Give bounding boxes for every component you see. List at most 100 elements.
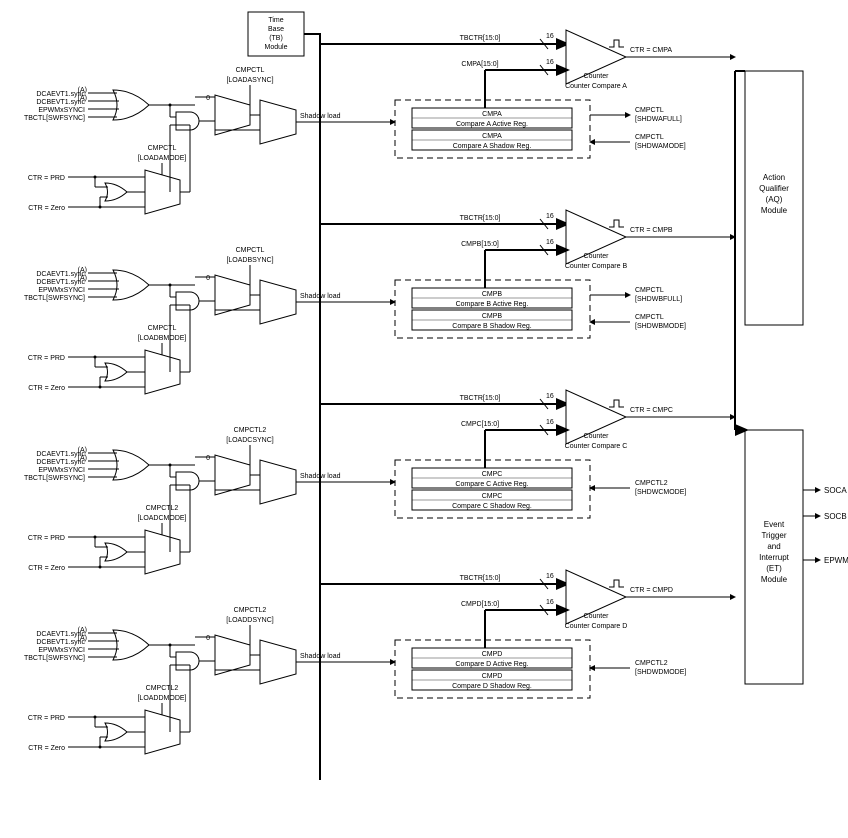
dcaevt1-sup: (A) — [78, 87, 87, 94]
mux-sync — [215, 455, 250, 495]
sync-label-1: CMPCTL2 — [234, 427, 267, 434]
active-bottom: Compare A Active Reg. — [456, 121, 528, 128]
sixteen-top: 16 — [546, 33, 554, 40]
sync-label-1: CMPCTL — [236, 247, 265, 254]
and-gate-upper — [176, 472, 199, 490]
compare-section-b: DCAEVT1.sync (A) DCBEVT1.sync (A) EPWMxS… — [24, 210, 735, 420]
ctr-prd-label: CTR = PRD — [28, 355, 65, 362]
sixteen-top: 16 — [546, 213, 554, 220]
soca-label: SOCA — [824, 486, 847, 495]
et-line2: Trigger — [761, 531, 786, 540]
tbctl-swfsync-label: TBCTL[SWFSYNC] — [24, 475, 85, 482]
active-bottom: Compare C Active Reg. — [455, 481, 528, 488]
et-line3: and — [767, 542, 780, 551]
ctrl2-group: CMPCTL [SHDWAMODE] — [590, 134, 686, 150]
ctrl1-group: CMPCTL2 [SHDWDMODE] — [590, 660, 686, 676]
sixteen-bottom: 16 — [546, 419, 554, 426]
sync-label-2: [LOADCSYNC] — [226, 437, 274, 444]
ctrl2-line1: CMPCTL — [635, 314, 664, 321]
ctr-eq-label: CTR = CMPB — [630, 227, 673, 234]
or-gate-lower — [105, 183, 127, 201]
aq-line2: Qualifier — [759, 184, 789, 193]
mode-label-2: [LOADBMODE] — [138, 335, 187, 342]
dcaevt1-sup: (A) — [78, 267, 87, 274]
sync-label-1: CMPCTL — [236, 67, 265, 74]
ctr-zero-label: CTR = Zero — [28, 205, 65, 212]
dcaevt1-sup: (A) — [78, 627, 87, 634]
counter-compare-bottom: Counter Compare D — [565, 623, 628, 630]
mux-final — [260, 460, 296, 504]
tbctr-label: TBCTR[15:0] — [460, 35, 501, 42]
shadow-top: CMPB — [482, 313, 503, 320]
ctr-eq-label: CTR = CMPA — [630, 47, 672, 54]
or-gate — [113, 90, 149, 120]
epwmxsynci-label: EPWMxSYNCI — [38, 107, 85, 114]
sixteen-bottom: 16 — [546, 59, 554, 66]
tbctr-label: TBCTR[15:0] — [460, 395, 501, 402]
counter-compare-top: Counter — [584, 433, 610, 440]
mux-sync — [215, 95, 250, 135]
counter-compare-top: Counter — [584, 613, 610, 620]
ctr-prd-label: CTR = PRD — [28, 535, 65, 542]
compare-section-a: DCAEVT1.sync (A) DCBEVT1.sync (A) EPWMxS… — [24, 30, 735, 240]
or-gate — [113, 630, 149, 660]
ctr-prd-label: CTR = PRD — [28, 175, 65, 182]
tbctr-label: TBCTR[15:0] — [460, 215, 501, 222]
sync-label-1: CMPCTL2 — [234, 607, 267, 614]
shadow-bottom: Compare A Shadow Reg. — [453, 143, 532, 150]
tb-line4: Module — [265, 44, 288, 51]
cmp-signal-label: CMPA[15:0] — [461, 61, 498, 68]
et-line1: Event — [764, 520, 785, 529]
et-line5: (ET) — [766, 564, 782, 573]
ctrl2-line1: CMPCTL — [635, 134, 664, 141]
ctrl1-line1: CMPCTL2 — [635, 480, 668, 487]
epwmxint-label: EPWMxINT — [824, 556, 848, 565]
dcbevt1-sup: (A) — [78, 275, 87, 282]
active-top: CMPB — [482, 291, 503, 298]
counter-compare-bottom: Counter Compare A — [565, 83, 627, 90]
sixteen-bottom: 16 — [546, 599, 554, 606]
sync-label-2: [LOADDSYNC] — [226, 617, 274, 624]
active-top: CMPA — [482, 111, 502, 118]
ctrl1-line2: [SHDWDMODE] — [635, 669, 686, 676]
sixteen-top: 16 — [546, 393, 554, 400]
ctrl1-line1: CMPCTL — [635, 287, 664, 294]
tb-line3: (TB) — [269, 35, 283, 42]
mux-final — [260, 280, 296, 324]
counter-compare-bottom: Counter Compare C — [565, 443, 628, 450]
tbctl-swfsync-label: TBCTL[SWFSYNC] — [24, 295, 85, 302]
cmp-signal-label: CMPB[15:0] — [461, 241, 499, 248]
aq-line4: Module — [761, 206, 788, 215]
ctr-prd-label: CTR = PRD — [28, 715, 65, 722]
mux-final — [260, 100, 296, 144]
dcbevt1-sup: (A) — [78, 635, 87, 642]
tbctl-swfsync-label: TBCTL[SWFSYNC] — [24, 115, 85, 122]
mux-sync — [215, 635, 250, 675]
epwmxsynci-label: EPWMxSYNCI — [38, 287, 85, 294]
tb-line1: Time — [268, 17, 283, 24]
zero-label: 0 — [206, 455, 210, 462]
tbctl-swfsync-label: TBCTL[SWFSYNC] — [24, 655, 85, 662]
ctrl1-line2: [SHDWBFULL] — [635, 296, 682, 303]
mode-label-2: [LOADAMODE] — [138, 155, 187, 162]
mode-label-1: CMPCTL2 — [146, 685, 179, 692]
socb-label: SOCB — [824, 512, 847, 521]
mode-label-1: CMPCTL — [148, 145, 177, 152]
aq-line3: (AQ) — [766, 195, 783, 204]
zero-label: 0 — [206, 275, 210, 282]
time-base-module: Time Base (TB) Module — [248, 12, 304, 56]
active-top: CMPD — [482, 651, 503, 658]
cmp-signal-label: CMPD[15:0] — [461, 601, 499, 608]
sync-label-2: [LOADASYNC] — [226, 77, 273, 84]
shadow-bottom: Compare D Shadow Reg. — [452, 683, 532, 690]
dcaevt1-sup: (A) — [78, 447, 87, 454]
shadow-top: CMPA — [482, 133, 502, 140]
mux-mode — [145, 170, 180, 214]
and-gate-upper — [176, 652, 199, 670]
ctrl2-group: CMPCTL [SHDWBMODE] — [590, 314, 686, 330]
mux-mode — [145, 530, 180, 574]
counter-compare-top: Counter — [584, 73, 610, 80]
epwmxsynci-label: EPWMxSYNCI — [38, 647, 85, 654]
ctr-eq-label: CTR = CMPC — [630, 407, 673, 414]
ctr-zero-label: CTR = Zero — [28, 565, 65, 572]
